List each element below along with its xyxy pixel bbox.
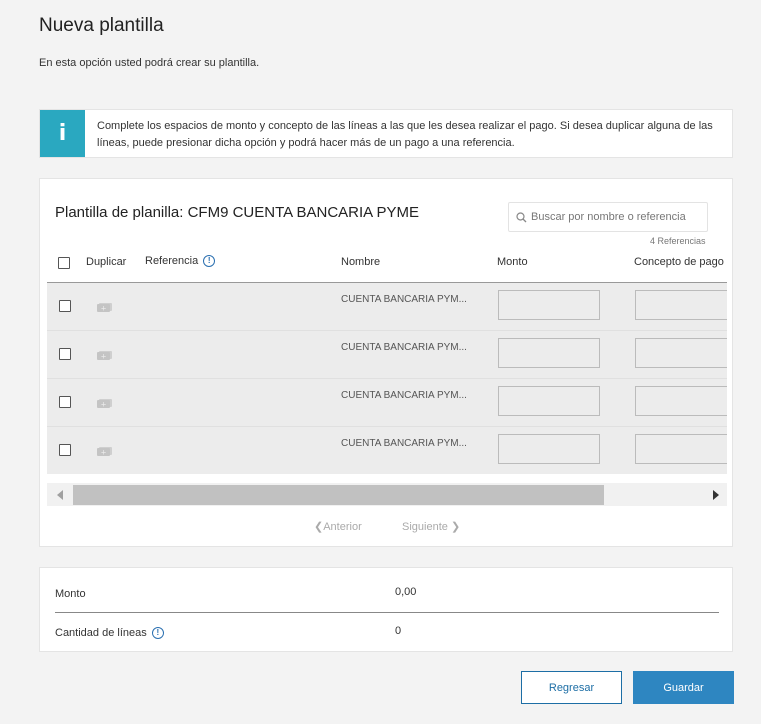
duplicate-icon[interactable]: + [97,302,113,312]
duplicate-icon[interactable]: + [97,350,113,360]
scroll-right-arrow-icon[interactable] [713,490,719,500]
duplicate-icon[interactable]: + [97,398,113,408]
info-circle-icon[interactable]: ! [203,255,216,268]
table-row: + CUENTA BANCARIA PYM... [47,283,727,331]
table-body: + CUENTA BANCARIA PYM... + CUENTA BANCAR… [47,282,727,474]
save-button[interactable]: Guardar [633,671,734,704]
info-circle-icon[interactable]: ! [151,627,164,640]
row-nombre: CUENTA BANCARIA PYM... [341,390,467,401]
next-page-button[interactable]: Siguiente ❯ [402,520,460,533]
lineas-label-wrap: Cantidad de líneas ! [55,627,164,640]
svg-text:+: + [101,449,107,457]
header-duplicar: Duplicar [86,256,127,268]
header-monto: Monto [497,256,528,268]
svg-text:+: + [101,353,107,361]
table-row: + CUENTA BANCARIA PYM... [47,379,727,427]
scrollbar-thumb[interactable] [73,485,604,505]
lineas-label: Cantidad de líneas [55,627,147,639]
search-input[interactable] [531,203,703,231]
search-icon [516,212,527,223]
monto-input[interactable] [498,290,600,320]
svg-text:+: + [101,305,107,313]
header-concepto: Concepto de pago [634,256,724,268]
prev-page-button[interactable]: ❮Anterior [314,520,362,533]
summary-divider [55,612,719,613]
concepto-input[interactable] [635,338,727,368]
template-card: Plantilla de planilla: CFM9 CUENTA BANCA… [39,178,733,547]
row-nombre: CUENTA BANCARIA PYM... [341,342,467,353]
monto-input[interactable] [498,338,600,368]
monto-input[interactable] [498,386,600,416]
page-title: Nueva plantilla [39,15,164,36]
header-referencia-label: Referencia [145,255,199,267]
search-box[interactable] [508,202,708,232]
monto-value: 0,00 [395,586,417,598]
header-referencia: Referencia ! [145,255,216,268]
monto-input[interactable] [498,434,600,464]
page-subtitle: En esta opción usted podrá crear su plan… [39,57,260,69]
select-all-checkbox[interactable] [58,257,70,269]
duplicate-icon[interactable]: + [97,446,113,456]
reference-count: 4 Referencias [650,236,706,246]
svg-text:+: + [101,401,107,409]
scroll-left-arrow-icon[interactable] [57,490,63,500]
concepto-input[interactable] [635,434,727,464]
concepto-input[interactable] [635,290,727,320]
back-button[interactable]: Regresar [521,671,622,704]
row-checkbox[interactable] [59,300,71,312]
chevron-left-icon: ❮ [314,521,324,533]
info-icon: i [40,110,85,157]
info-text: Complete los espacios de monto y concept… [97,120,713,149]
row-checkbox[interactable] [59,396,71,408]
template-title: Plantilla de planilla: CFM9 CUENTA BANCA… [55,204,420,221]
prev-label: Anterior [323,521,362,533]
concepto-input[interactable] [635,386,727,416]
header-nombre: Nombre [341,256,381,268]
info-glyph: i [58,121,67,146]
row-nombre: CUENTA BANCARIA PYM... [341,294,467,305]
horizontal-scrollbar[interactable] [47,483,727,506]
next-label: Siguiente [402,521,448,533]
table-row: + CUENTA BANCARIA PYM... [47,331,727,379]
lineas-value: 0 [395,625,402,637]
info-banner: i Complete los espacios de monto y conce… [39,109,733,158]
table-row: + CUENTA BANCARIA PYM... [47,427,727,474]
row-nombre: CUENTA BANCARIA PYM... [341,438,467,449]
summary-panel: Monto 0,00 Cantidad de líneas ! 0 [39,567,733,652]
chevron-right-icon: ❯ [450,521,461,533]
row-checkbox[interactable] [59,348,71,360]
monto-label: Monto [55,588,86,600]
row-checkbox[interactable] [59,444,71,456]
